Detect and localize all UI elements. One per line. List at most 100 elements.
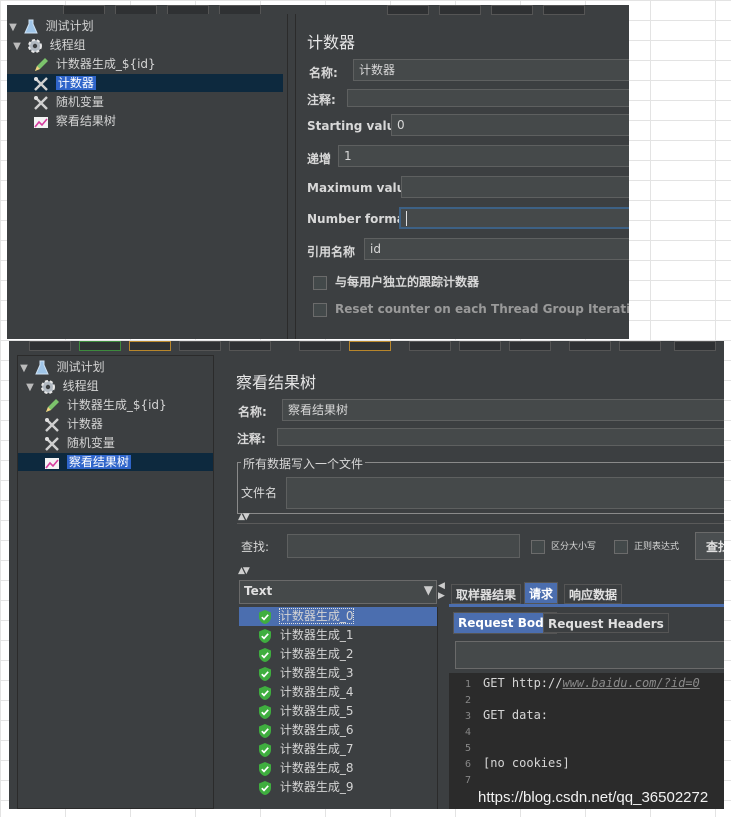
toolbar-button[interactable] bbox=[299, 341, 341, 351]
toolbar-button[interactable] bbox=[509, 341, 551, 351]
split-arrows-icon[interactable]: ◀ ▶ bbox=[438, 581, 445, 601]
tree-item-test-plan[interactable]: ▼ 测试计划 bbox=[7, 17, 94, 35]
checkbox-box[interactable] bbox=[313, 275, 327, 290]
result-label: 计数器生成_4 bbox=[279, 685, 354, 699]
checkbox-box[interactable] bbox=[531, 539, 545, 554]
toolbar-button[interactable] bbox=[569, 341, 611, 351]
toolbar-button[interactable] bbox=[179, 341, 221, 351]
tree-item-thread-group[interactable]: ▼ 线程组 bbox=[11, 36, 86, 54]
result-item[interactable]: 计数器生成_6 bbox=[239, 721, 437, 740]
tab-sampler-result[interactable]: 取样器结果 bbox=[451, 584, 522, 604]
request-toolbar-field[interactable] bbox=[455, 641, 724, 669]
toolbar-button[interactable] bbox=[29, 341, 71, 351]
name-field[interactable]: 计数器 bbox=[353, 59, 629, 81]
tab-request[interactable]: 请求 bbox=[524, 582, 559, 604]
starting-value-field[interactable]: 0 bbox=[391, 114, 629, 136]
tree-item-test-plan[interactable]: ▼ 测试计划 bbox=[18, 358, 105, 376]
toolbar-button[interactable] bbox=[459, 341, 501, 351]
file-name-field[interactable] bbox=[286, 477, 724, 509]
tree-item-result-tree[interactable]: 察看结果树 bbox=[18, 453, 213, 471]
per-user-counter-checkbox[interactable]: 与每用户独立的跟踪计数器 bbox=[313, 273, 479, 290]
renderer-select[interactable]: Text ▼ bbox=[239, 580, 437, 604]
gear-icon bbox=[27, 38, 43, 54]
tree-item-counter[interactable]: 计数器 bbox=[7, 74, 283, 92]
tab-request-headers[interactable]: Request Headers bbox=[543, 613, 669, 633]
toolbar-button[interactable] bbox=[79, 341, 121, 351]
tree-item-random-variable[interactable]: 随机变量 bbox=[44, 434, 115, 452]
tree-item-label: 计数器 bbox=[55, 76, 96, 90]
toolbar-button[interactable] bbox=[543, 5, 585, 15]
toolbar-button[interactable] bbox=[439, 5, 481, 15]
toolbar-button[interactable] bbox=[387, 5, 429, 15]
request-url-link[interactable]: www.baidu.com/?id=0 bbox=[562, 676, 699, 690]
toolbar-button[interactable] bbox=[619, 341, 661, 351]
maximum-value-field[interactable] bbox=[401, 176, 629, 198]
results-list: 计数器生成_0 计数器生成_1 计数器生成_2 计数器生成_3 计数器生成_4 … bbox=[239, 607, 438, 809]
comment-field[interactable] bbox=[277, 428, 724, 446]
name-field[interactable]: 察看结果树 bbox=[282, 399, 724, 421]
collapse-arrows-icon[interactable]: ▲▼ bbox=[238, 566, 250, 576]
number-format-field[interactable] bbox=[399, 207, 629, 229]
result-item[interactable]: 计数器生成_1 bbox=[239, 626, 437, 645]
result-item[interactable]: 计数器生成_8 bbox=[239, 759, 437, 778]
tree-item-result-tree[interactable]: 察看结果树 bbox=[33, 112, 116, 130]
reference-name-field[interactable]: id bbox=[364, 238, 629, 260]
tree-item-label: 计数器 bbox=[66, 417, 103, 431]
result-item[interactable]: 计数器生成_3 bbox=[239, 664, 437, 683]
toolbar-button[interactable] bbox=[674, 341, 716, 351]
regex-checkbox[interactable]: 正则表达式 bbox=[614, 539, 679, 554]
collapse-arrows-icon[interactable]: ▲▼ bbox=[238, 512, 250, 522]
text-cursor bbox=[406, 211, 407, 226]
name-label: 名称: bbox=[309, 66, 338, 80]
increment-field[interactable]: 1 bbox=[338, 145, 629, 167]
search-input[interactable] bbox=[287, 534, 520, 558]
toolbar-button[interactable] bbox=[491, 5, 533, 15]
toolbar-button[interactable] bbox=[409, 341, 451, 351]
result-item[interactable]: 计数器生成_5 bbox=[239, 702, 437, 721]
test-plan-tree: ▼ 测试计划 ▼ 线程组 计数器生成_${id} 计数器 随机变量 察看结果树 bbox=[17, 355, 214, 809]
tree-item-thread-group[interactable]: ▼ 线程组 bbox=[24, 377, 99, 395]
toolbar-button[interactable] bbox=[129, 341, 171, 351]
result-label: 计数器生成_2 bbox=[279, 647, 354, 661]
search-button[interactable]: 查找 bbox=[695, 532, 724, 560]
result-label: 计数器生成_6 bbox=[279, 723, 354, 737]
bottom-toolbar bbox=[9, 341, 724, 351]
expand-arrow-icon[interactable]: ▼ bbox=[11, 38, 23, 56]
tools-icon bbox=[44, 436, 60, 452]
comment-field[interactable] bbox=[347, 89, 629, 107]
toolbar-button[interactable] bbox=[229, 341, 271, 351]
reset-counter-checkbox[interactable]: Reset counter on each Thread Group Itera… bbox=[313, 302, 629, 317]
expand-arrow-icon[interactable]: ▼ bbox=[7, 19, 19, 37]
tree-item-counter-sampler[interactable]: 计数器生成_${id} bbox=[33, 55, 156, 73]
expand-arrow-icon[interactable]: ▼ bbox=[18, 360, 30, 378]
checkbox-box[interactable] bbox=[614, 539, 628, 554]
pencil-icon bbox=[44, 398, 60, 414]
tree-item-label: 察看结果树 bbox=[66, 455, 131, 469]
tree-item-counter[interactable]: 计数器 bbox=[44, 415, 103, 433]
tree-item-random-variable[interactable]: 随机变量 bbox=[33, 93, 104, 111]
tree-item-label: 计数器生成_${id} bbox=[66, 398, 167, 412]
page-title: 计数器 bbox=[307, 33, 356, 52]
tab-response-data[interactable]: 响应数据 bbox=[564, 584, 623, 604]
result-item[interactable]: 计数器生成_2 bbox=[239, 645, 437, 664]
split-divider[interactable] bbox=[287, 14, 296, 339]
result-item[interactable]: 计数器生成_7 bbox=[239, 740, 437, 759]
code-line: 2 bbox=[464, 695, 471, 706]
write-file-group-title: 所有数据写入一个文件 bbox=[241, 455, 366, 472]
tab-request-body[interactable]: Request Body bbox=[453, 612, 557, 634]
dropdown-arrow-icon: ▼ bbox=[423, 583, 433, 597]
case-sensitive-checkbox[interactable]: 区分大小写 bbox=[531, 539, 596, 554]
tree-item-counter-sampler[interactable]: 计数器生成_${id} bbox=[44, 396, 167, 414]
result-item[interactable]: 计数器生成_0 bbox=[239, 607, 437, 626]
expand-arrow-icon[interactable]: ▼ bbox=[24, 379, 36, 397]
checkbox-box[interactable] bbox=[313, 302, 327, 317]
code-line: 3 GET data: bbox=[464, 708, 549, 722]
code-line: 1 GET http://www.baidu.com/?id=0 bbox=[464, 676, 700, 690]
result-label: 计数器生成_3 bbox=[279, 666, 354, 680]
toolbar-button[interactable] bbox=[349, 341, 391, 351]
result-item[interactable]: 计数器生成_4 bbox=[239, 683, 437, 702]
chart-icon bbox=[44, 455, 60, 471]
request-subpanel: Request Body Request Headers 1 GET http:/… bbox=[449, 607, 724, 809]
result-item[interactable]: 计数器生成_9 bbox=[239, 778, 437, 797]
code-line: 6 [no cookies] bbox=[464, 756, 570, 770]
